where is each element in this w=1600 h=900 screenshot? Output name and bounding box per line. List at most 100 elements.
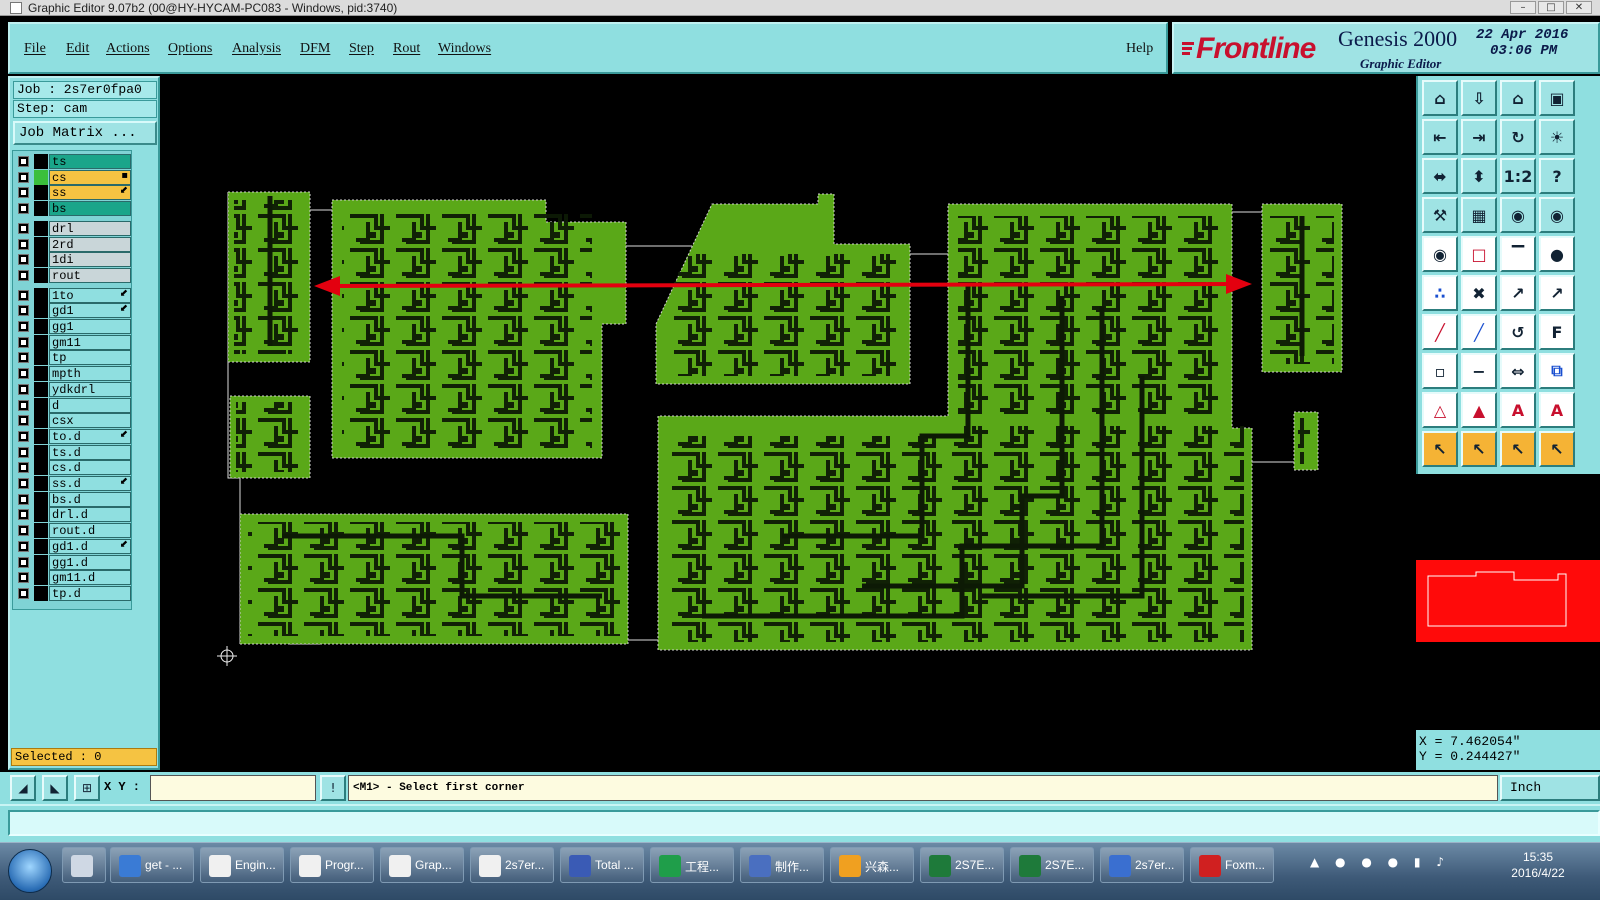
taskbar-clock[interactable]: 15:35 2016/4/22 [1498, 849, 1578, 881]
maximize-button[interactable]: □ [1538, 1, 1564, 14]
minus-tool-button[interactable]: − [1461, 353, 1497, 389]
layer-row-gd1[interactable]: gd1 ⬋ [13, 303, 131, 319]
layer-name[interactable]: tp.d [49, 585, 131, 601]
wrench-tool-button[interactable]: ⚒ [1422, 197, 1458, 233]
zoom-back-tool-button[interactable]: ⇤ [1422, 119, 1458, 155]
rotate-tool-button[interactable]: ↻ [1500, 119, 1536, 155]
home-tool-button[interactable]: ⌂ [1422, 80, 1458, 116]
window-tool-button[interactable]: ▣ [1539, 80, 1575, 116]
layer-name[interactable]: ydkdrl [49, 381, 131, 397]
graphic-canvas[interactable] [162, 76, 1414, 770]
triangle-c-tool-button[interactable]: A [1500, 392, 1536, 428]
layer-checkbox[interactable] [18, 399, 29, 411]
line-blue-tool-button[interactable]: ╱ [1461, 314, 1497, 350]
layer-checkbox[interactable] [18, 289, 29, 301]
pointer-a-tool-button[interactable]: ↖ [1422, 431, 1458, 467]
layer-name[interactable]: d [49, 397, 131, 413]
layer-name[interactable]: cs.d [49, 460, 131, 476]
snap-a-tool-button[interactable]: ◉ [1500, 197, 1536, 233]
taskbar-item[interactable]: 2S7E... [920, 847, 1004, 883]
layer-checkbox[interactable] [18, 415, 29, 427]
text-f-tool-button[interactable]: F [1539, 314, 1575, 350]
layer-checkbox[interactable] [18, 509, 29, 521]
layer-name[interactable]: bs.d [49, 491, 131, 507]
pointer-d-tool-button[interactable]: ↖ [1539, 431, 1575, 467]
layer-row-tp-d[interactable]: tp.d [13, 585, 131, 601]
measure-bar-tool-button[interactable]: ▔ [1500, 236, 1536, 272]
layer-row-rout-d[interactable]: rout.d [13, 523, 131, 539]
snap-b-tool-button[interactable]: ◉ [1539, 197, 1575, 233]
layer-name[interactable]: cs [49, 169, 131, 185]
layer-checkbox[interactable] [18, 254, 29, 266]
copy-tool-button[interactable]: ⧉ [1539, 353, 1575, 389]
pointer-b-tool-button[interactable]: ↖ [1461, 431, 1497, 467]
dot-tool-button[interactable]: ● [1539, 236, 1575, 272]
menu-file[interactable]: File [24, 41, 46, 57]
triangle-a-tool-button[interactable]: △ [1422, 392, 1458, 428]
house-tool-button[interactable]: ⌂ [1500, 80, 1536, 116]
layer-row-bs[interactable]: bs [13, 201, 131, 217]
layer-row-1di[interactable]: 1di [13, 252, 131, 268]
grid-tool-button[interactable]: ▦ [1461, 197, 1497, 233]
layer-checkbox[interactable] [18, 478, 29, 489]
layer-checkbox[interactable] [18, 525, 29, 537]
menu-edit[interactable]: Edit [66, 41, 89, 57]
taskbar-item[interactable]: Engin... [200, 847, 284, 883]
layer-row-rout[interactable]: rout [13, 267, 131, 283]
layer-name[interactable]: csx [49, 413, 131, 429]
layer-row-drl[interactable]: drl [13, 220, 131, 236]
line-red-tool-button[interactable]: ╱ [1422, 314, 1458, 350]
layer-name[interactable]: mpth [49, 366, 131, 382]
layer-row-to-d[interactable]: to.d ⬋ [13, 428, 131, 444]
layer-checkbox[interactable] [18, 556, 29, 568]
taskbar-item[interactable]: Foxm... [1190, 847, 1274, 883]
arc-tool-button[interactable]: ↺ [1500, 314, 1536, 350]
taskbar-item[interactable]: 工程... [650, 847, 734, 883]
lamp-tool-button[interactable]: ☀ [1539, 119, 1575, 155]
layer-row-mpth[interactable]: mpth [13, 366, 131, 382]
layer-checkbox[interactable] [18, 222, 29, 234]
layer-name[interactable]: rout.d [49, 523, 131, 539]
taskbar-item[interactable]: 2s7er... [470, 847, 554, 883]
menu-help[interactable]: Help [1126, 41, 1153, 57]
layer-checkbox[interactable] [18, 446, 29, 458]
layer-checkbox[interactable] [18, 269, 29, 281]
cross-tool-button[interactable]: ✖ [1461, 275, 1497, 311]
fit-selected-tool-button[interactable]: ⬍ [1461, 158, 1497, 194]
minimize-button[interactable]: – [1510, 1, 1536, 14]
taskbar-item[interactable]: 制作... [740, 847, 824, 883]
layer-name[interactable]: gm11 [49, 334, 131, 350]
layer-checkbox[interactable] [18, 336, 29, 348]
fit-h-tool-button[interactable]: ⇔ [1500, 353, 1536, 389]
layer-row-cs[interactable]: cs ▪ [13, 169, 131, 185]
layer-checkbox[interactable] [18, 572, 29, 584]
layer-row-2rd[interactable]: 2rd [13, 236, 131, 252]
start-button[interactable] [8, 849, 52, 893]
layer-row-gg1[interactable]: gg1 [13, 319, 131, 334]
help-tool-button[interactable]: ? [1539, 158, 1575, 194]
layer-row-d[interactable]: d [13, 397, 131, 413]
layer-checkbox[interactable] [18, 540, 29, 552]
taskbar-item[interactable]: Grap... [380, 847, 464, 883]
menu-rout[interactable]: Rout [393, 41, 420, 57]
layer-checkbox[interactable] [18, 493, 29, 505]
layer-name[interactable]: drl.d [49, 507, 131, 523]
taskbar-item[interactable]: 兴森... [830, 847, 914, 883]
layer-name[interactable]: bs [49, 201, 131, 217]
taskbar-item[interactable]: 2s7er... [1100, 847, 1184, 883]
node-tool-button[interactable]: ∴ [1422, 275, 1458, 311]
layer-checkbox[interactable] [18, 383, 29, 395]
taskbar-item[interactable]: Progr... [290, 847, 374, 883]
erase-tool-button[interactable]: □ [1461, 236, 1497, 272]
layer-row-csx[interactable]: csx [13, 413, 131, 429]
layer-row-gd1-d[interactable]: gd1.d ⬋ [13, 538, 131, 554]
layer-checkbox[interactable] [18, 321, 29, 332]
fit-all-tool-button[interactable]: ⬌ [1422, 158, 1458, 194]
layer-row-1to[interactable]: 1to ⬋ [13, 287, 131, 303]
layer-name[interactable]: 2rd [49, 236, 131, 252]
zoom-forward-tool-button[interactable]: ⇥ [1461, 119, 1497, 155]
layer-row-ydkdrl[interactable]: ydkdrl [13, 381, 131, 397]
layer-checkbox[interactable] [18, 187, 29, 199]
taskbar-item[interactable]: get - ... [110, 847, 194, 883]
layer-checkbox[interactable] [18, 587, 29, 599]
